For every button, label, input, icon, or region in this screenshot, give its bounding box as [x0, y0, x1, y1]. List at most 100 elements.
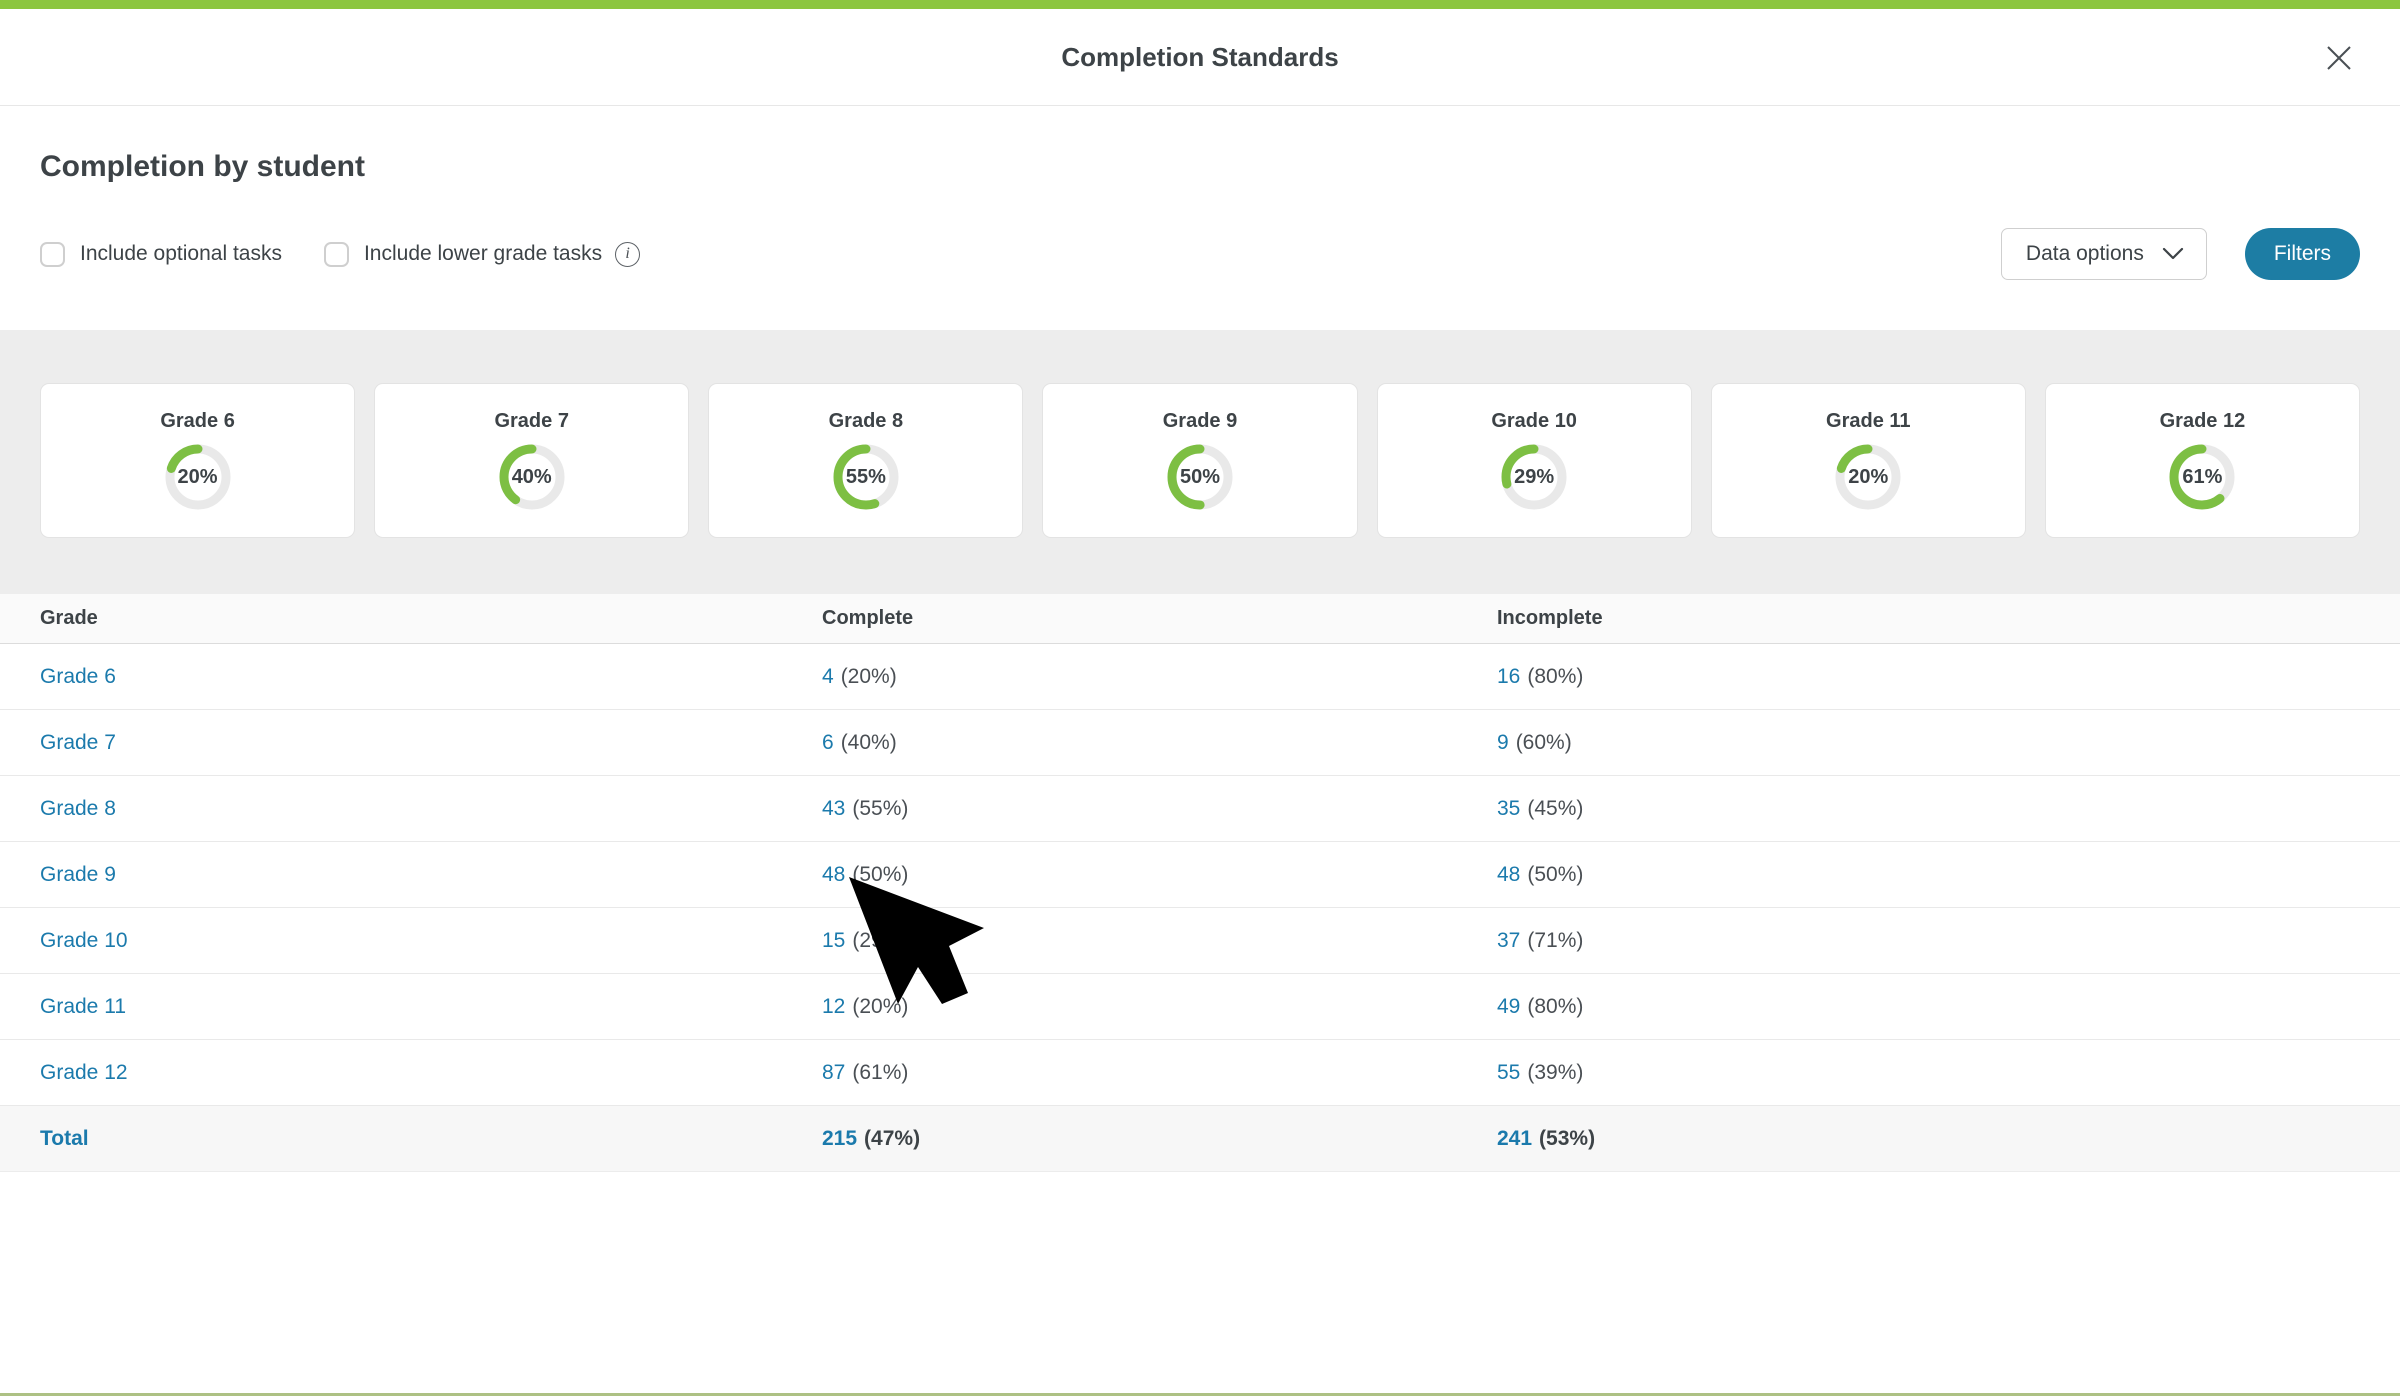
table-row: Grade 10 15(29%) 37(71%)	[0, 908, 2400, 974]
column-header-incomplete: Incomplete	[1497, 607, 2400, 630]
incomplete-count-link[interactable]: 49	[1497, 995, 1520, 1018]
completion-donut-chart: 20%	[162, 441, 234, 513]
grade-card: Grade 11 20%	[1711, 383, 2026, 538]
completion-donut-chart: 50%	[1164, 441, 1236, 513]
grade-link[interactable]: Grade 11	[40, 995, 126, 1018]
grade-card: Grade 9 50%	[1042, 383, 1357, 538]
table-body: Grade 6 4 (20%) 16 (80%) Grade 7 6 (40%) 9 (…	[0, 644, 2400, 1106]
table-row: Grade 7 6 (40%) 9 (60%)	[0, 710, 2400, 776]
completion-donut-chart: 40%	[496, 441, 568, 513]
incomplete-count-link[interactable]: 55	[1497, 1061, 1520, 1084]
complete-count-link[interactable]: 12	[822, 995, 845, 1018]
complete-count-link[interactable]: 6	[822, 731, 834, 754]
complete-percent: (20%)	[841, 665, 897, 688]
grade-card: Grade 8 55%	[708, 383, 1023, 538]
include-lower-grade-tasks-checkbox[interactable]: Include lower grade tasks i	[324, 242, 640, 267]
grade-cards-row: Grade 6 20% Grade 7 40% Grade 8	[40, 383, 2360, 538]
grade-card-title: Grade 11	[1826, 410, 1911, 433]
incomplete-percent: (39%)	[1527, 1061, 1583, 1084]
controls-row: Include optional tasks Include lower gra…	[40, 228, 2360, 280]
incomplete-count-link[interactable]: 16	[1497, 665, 1520, 688]
grade-card-percent: 50%	[1164, 441, 1236, 513]
include-optional-tasks-checkbox[interactable]: Include optional tasks	[40, 242, 282, 267]
bottom-accent-line	[0, 1393, 2400, 1396]
column-header-complete: Complete	[822, 607, 1497, 630]
modal-header: Completion Standards	[0, 9, 2400, 106]
checkbox-label: Include lower grade tasks	[364, 242, 602, 266]
complete-count-link[interactable]: 48	[822, 863, 845, 886]
grade-card-percent: 20%	[162, 441, 234, 513]
grade-card-percent: 20%	[1832, 441, 1904, 513]
grade-link[interactable]: Grade 7	[40, 731, 116, 754]
checkbox-icon[interactable]	[324, 242, 349, 267]
grade-card-percent: 55%	[830, 441, 902, 513]
complete-count-link[interactable]: 4	[822, 665, 834, 688]
grade-cards-band: Grade 6 20% Grade 7 40% Grade 8	[0, 330, 2400, 594]
incomplete-percent: (80%)	[1527, 665, 1583, 688]
grade-card-percent: 29%	[1498, 441, 1570, 513]
grade-card-title: Grade 8	[829, 410, 903, 433]
grade-card: Grade 10 29%	[1377, 383, 1692, 538]
chevron-down-icon	[2162, 247, 2184, 261]
incomplete-percent: (80%)	[1527, 995, 1583, 1018]
table-row: Grade 8 43 (55%) 35 (45%)	[0, 776, 2400, 842]
complete-count-link[interactable]: 43	[822, 797, 845, 820]
grade-card-title: Grade 10	[1491, 410, 1577, 433]
incomplete-percent: (60%)	[1516, 731, 1572, 754]
grade-card-title: Grade 7	[494, 410, 568, 433]
grade-link[interactable]: Grade 8	[40, 797, 116, 820]
table-header: Grade Complete Incomplete	[0, 594, 2400, 644]
content-head: Completion by student Include optional t…	[0, 106, 2400, 330]
complete-count-link[interactable]: 15	[822, 929, 845, 952]
total-incomplete-percent: (53%)	[1539, 1127, 1595, 1150]
filters-button[interactable]: Filters	[2245, 228, 2360, 280]
top-accent-bar	[0, 0, 2400, 9]
incomplete-percent: (45%)	[1527, 797, 1583, 820]
incomplete-count-link[interactable]: 48	[1497, 863, 1520, 886]
info-icon[interactable]: i	[615, 242, 640, 267]
grade-link[interactable]: Grade 12	[40, 1061, 128, 1084]
incomplete-count-link[interactable]: 9	[1497, 731, 1509, 754]
data-options-dropdown[interactable]: Data options	[2001, 228, 2207, 280]
close-button[interactable]	[2322, 41, 2356, 75]
total-label: Total	[40, 1127, 89, 1150]
table-row: Grade 11 12 (20%) 49 (80%)	[0, 974, 2400, 1040]
incomplete-count-link[interactable]: 35	[1497, 797, 1520, 820]
completion-donut-chart: 55%	[830, 441, 902, 513]
completion-donut-chart: 20%	[1832, 441, 1904, 513]
grade-card-title: Grade 6	[160, 410, 234, 433]
incomplete-percent: (71%)	[1527, 929, 1583, 952]
page-title: Completion by student	[40, 106, 2360, 184]
grade-card-title: Grade 12	[2160, 410, 2246, 433]
table-row: Grade 9 48 (50%) 48 (50%)	[0, 842, 2400, 908]
total-complete-percent: (47%)	[864, 1127, 920, 1150]
close-icon	[2325, 44, 2353, 72]
incomplete-percent: (50%)	[1527, 863, 1583, 886]
grade-card: Grade 7 40%	[374, 383, 689, 538]
table-row: Grade 12 87 (61%) 55 (39%)	[0, 1040, 2400, 1106]
completion-donut-chart: 29%	[1498, 441, 1570, 513]
grade-link[interactable]: Grade 10	[40, 929, 128, 952]
grade-link[interactable]: Grade 9	[40, 863, 116, 886]
table-row: Grade 6 4 (20%) 16 (80%)	[0, 644, 2400, 710]
complete-percent: (20%)	[852, 995, 908, 1018]
complete-count-link[interactable]: 87	[822, 1061, 845, 1084]
completion-donut-chart: 61%	[2166, 441, 2238, 513]
total-incomplete-count: 241	[1497, 1127, 1532, 1150]
checkbox-label: Include optional tasks	[80, 242, 282, 266]
complete-percent: (61%)	[852, 1061, 908, 1084]
modal-title: Completion Standards	[1061, 42, 1338, 73]
grade-link[interactable]: Grade 6	[40, 665, 116, 688]
checkbox-icon[interactable]	[40, 242, 65, 267]
incomplete-count-link[interactable]: 37	[1497, 929, 1520, 952]
grade-card-percent: 61%	[2166, 441, 2238, 513]
complete-percent: (40%)	[841, 731, 897, 754]
column-header-grade: Grade	[40, 607, 822, 630]
complete-percent: (50%)	[852, 863, 908, 886]
grade-card: Grade 6 20%	[40, 383, 355, 538]
complete-percent: (55%)	[852, 797, 908, 820]
completion-standards-modal: Completion Standards Completion by stude…	[0, 0, 2400, 1399]
grade-card-title: Grade 9	[1163, 410, 1237, 433]
data-options-label: Data options	[2026, 242, 2144, 266]
grade-card-percent: 40%	[496, 441, 568, 513]
